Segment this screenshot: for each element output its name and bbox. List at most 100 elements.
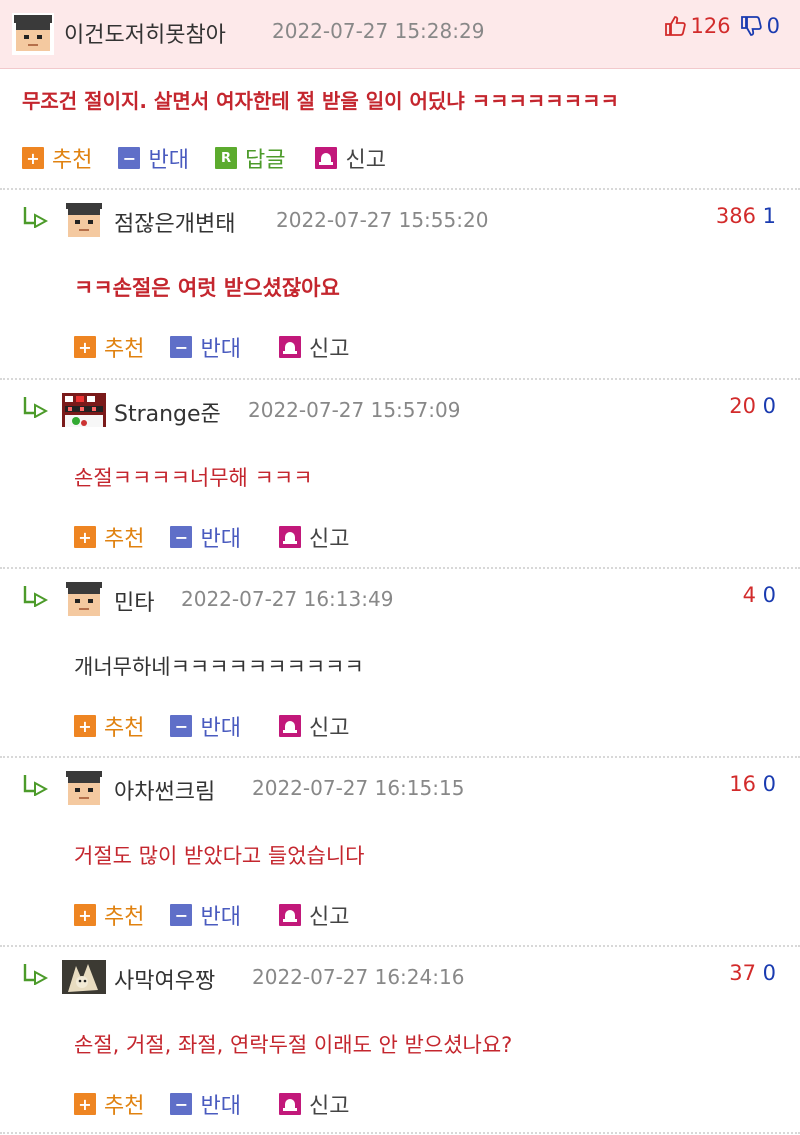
report-button[interactable]: 신고	[278, 710, 350, 742]
comment-text: 개너무하네ㅋㅋㅋㅋㅋㅋㅋㅋㅋㅋ	[74, 655, 364, 679]
recommend-label: 추천	[104, 337, 145, 362]
comment-upvote-count: 4	[742, 583, 756, 607]
recommend-button[interactable]: + 추천	[74, 521, 144, 553]
oppose-button[interactable]: − 반대	[170, 331, 241, 363]
comment-nickname[interactable]: 민타	[114, 585, 154, 617]
recommend-button[interactable]: + 추천	[22, 142, 92, 174]
plus-icon: +	[74, 715, 96, 737]
user-avatar[interactable]	[12, 13, 54, 55]
comment-nickname[interactable]: 점잖은개변태	[114, 206, 235, 238]
minus-icon: −	[170, 336, 193, 358]
post-text: 무조건 절이지. 살면서 여자한테 절 받을 일이 어딨냐 ㅋㅋㅋㅋㅋㅋㅋㅋ	[22, 89, 619, 113]
oppose-label: 반대	[200, 1094, 241, 1119]
comment-divider	[0, 1132, 800, 1134]
report-label: 신고	[345, 148, 386, 173]
alarm-icon	[278, 526, 301, 548]
comment-downvote-count: 0	[762, 394, 776, 418]
oppose-button[interactable]: − 반대	[170, 899, 241, 931]
upvote-count: 126	[690, 14, 731, 38]
thumbs-down-icon[interactable]	[739, 14, 763, 38]
post-header: 이건도저히못참아 2022-07-27 15:28:29 126 0	[0, 0, 800, 69]
alarm-icon	[278, 336, 301, 358]
comment-votes: 386 1	[716, 204, 776, 228]
downvote-count: 0	[766, 14, 780, 38]
report-label: 신고	[308, 527, 350, 552]
comment-divider	[0, 945, 800, 947]
comment-votes: 37 0	[729, 961, 776, 985]
recommend-button[interactable]: + 추천	[74, 331, 144, 363]
plus-icon: +	[74, 526, 96, 548]
alarm-icon	[278, 1093, 301, 1115]
recommend-label: 추천	[104, 527, 145, 552]
comment-votes: 16 0	[729, 772, 776, 796]
minus-icon: −	[118, 147, 141, 169]
plus-icon: +	[22, 147, 44, 169]
comment-datetime: 2022-07-27 15:55:20	[276, 208, 489, 232]
commenter-avatar[interactable]	[62, 771, 106, 805]
alarm-icon	[278, 715, 301, 737]
reply-arrow-icon	[23, 964, 48, 985]
recommend-button[interactable]: + 추천	[74, 1088, 144, 1120]
report-button[interactable]: 신고	[278, 521, 350, 553]
comment-divider	[0, 756, 800, 758]
post-datetime: 2022-07-27 15:28:29	[272, 19, 485, 43]
reply-arrow-icon	[23, 207, 48, 228]
comment-text: 손절, 거절, 좌절, 연락두절 이래도 안 받으셨나요?	[74, 1033, 513, 1057]
comment-votes: 20 0	[729, 394, 776, 418]
recommend-button[interactable]: + 추천	[74, 710, 144, 742]
comment-datetime: 2022-07-27 16:13:49	[181, 587, 394, 611]
comment-votes: 4 0	[743, 583, 776, 607]
report-label: 신고	[308, 716, 350, 741]
comment-text: 손절ㅋㅋㅋㅋ너무해 ㅋㅋㅋ	[74, 466, 313, 490]
recommend-button[interactable]: + 추천	[74, 899, 144, 931]
reply-label: 답글	[244, 148, 286, 173]
oppose-button[interactable]: − 반대	[118, 142, 189, 174]
reply-button[interactable]: R 답글	[214, 142, 286, 174]
comment-downvote-count: 0	[762, 961, 776, 985]
comment-datetime: 2022-07-27 16:15:15	[252, 776, 465, 800]
oppose-label: 반대	[200, 716, 241, 741]
reply-arrow-icon	[23, 397, 48, 418]
minus-icon: −	[170, 1093, 193, 1115]
report-label: 신고	[308, 905, 350, 930]
oppose-button[interactable]: − 반대	[170, 1088, 241, 1120]
thumbs-up-icon[interactable]	[663, 14, 687, 38]
oppose-label: 반대	[200, 527, 241, 552]
comment-nickname[interactable]: 사막여우짱	[114, 963, 215, 995]
report-button[interactable]: 신고	[315, 142, 386, 174]
recommend-label: 추천	[104, 1094, 145, 1119]
plus-icon: +	[74, 904, 96, 926]
report-button[interactable]: 신고	[278, 331, 349, 363]
comment-downvote-count: 0	[762, 772, 776, 796]
comment-divider	[0, 378, 800, 380]
comment-downvote-count: 1	[762, 204, 776, 228]
comment-datetime: 2022-07-27 16:24:16	[252, 965, 465, 989]
minus-icon: −	[170, 904, 193, 926]
commenter-avatar[interactable]	[62, 393, 106, 427]
post-actions: + 추천 − 반대 R 답글 신고	[22, 142, 412, 174]
report-button[interactable]: 신고	[278, 1088, 349, 1120]
recommend-label: 추천	[52, 148, 93, 173]
comment-datetime: 2022-07-27 15:57:09	[248, 398, 461, 422]
oppose-button[interactable]: − 반대	[170, 521, 241, 553]
comment-actions: + 추천 − 반대 신고	[74, 331, 375, 363]
alarm-icon	[278, 904, 301, 926]
post-votes: 126 0	[663, 14, 780, 38]
oppose-label: 반대	[200, 337, 241, 362]
commenter-avatar[interactable]	[62, 960, 106, 994]
commenter-avatar[interactable]	[62, 582, 106, 616]
reply-arrow-icon	[23, 775, 48, 796]
comment-nickname[interactable]: 아차썬크림	[114, 774, 215, 806]
comment-text: ㅋㅋ손절은 여럿 받으셨잖아요	[74, 276, 340, 300]
post-nickname[interactable]: 이건도저히못참아	[64, 17, 226, 49]
commenter-avatar[interactable]	[62, 203, 106, 237]
comment-divider	[0, 567, 800, 569]
recommend-label: 추천	[104, 905, 145, 930]
comment-actions: + 추천 − 반대 신고	[74, 710, 375, 742]
report-button[interactable]: 신고	[278, 899, 350, 931]
oppose-button[interactable]: − 반대	[170, 710, 241, 742]
reply-icon: R	[214, 147, 237, 169]
comment-nickname[interactable]: Strange준	[114, 396, 221, 428]
comment-downvote-count: 0	[762, 583, 776, 607]
comment-actions: + 추천 − 반대 신고	[74, 899, 375, 931]
